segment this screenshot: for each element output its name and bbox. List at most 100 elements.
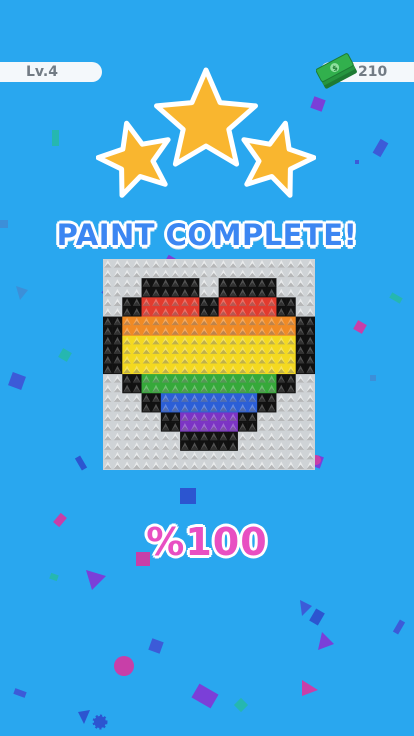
pixel-cell	[103, 335, 113, 346]
pixel-cell	[237, 345, 248, 356]
pixel-cell	[151, 383, 162, 394]
confetti-piece	[74, 455, 88, 471]
pixel-cell	[112, 287, 123, 298]
pixel-cell	[257, 383, 268, 394]
pixel-cell	[160, 326, 171, 337]
pixel-cell	[266, 259, 277, 269]
pixel-cell	[170, 441, 181, 452]
pixel-cell	[141, 431, 152, 442]
pixel-cell	[218, 364, 229, 375]
pixel-cell	[122, 364, 133, 375]
pixel-cell	[276, 422, 287, 432]
pixel-cell	[141, 345, 152, 356]
pixel-cell	[218, 297, 229, 308]
pixel-cell	[131, 422, 142, 432]
pixel-cell	[103, 354, 113, 365]
pixel-cell	[286, 316, 297, 327]
pixel-cell	[237, 364, 248, 375]
pixel-cell	[151, 450, 162, 461]
confetti-piece	[302, 680, 318, 696]
pixel-cell	[189, 383, 200, 394]
pixel-cell	[180, 354, 191, 365]
pixel-cell	[170, 393, 181, 404]
confetti-piece	[148, 638, 164, 654]
pixel-cell	[266, 345, 277, 356]
pixel-cell	[257, 259, 268, 269]
pixel-cell	[276, 268, 287, 279]
pixel-cell	[257, 316, 268, 327]
pixel-cell	[257, 326, 268, 337]
confetti-piece	[58, 348, 72, 362]
pixel-cell	[180, 278, 191, 289]
pixel-cell	[189, 374, 200, 384]
pixel-cell	[266, 287, 277, 298]
pixel-cell	[199, 374, 210, 384]
pixel-cell	[160, 383, 171, 394]
pixel-cell	[266, 306, 277, 317]
pixel-cell	[103, 412, 113, 423]
confetti-piece	[353, 320, 367, 334]
pixel-cell	[141, 422, 152, 432]
pixel-cell	[218, 460, 229, 470]
pixel-cell	[180, 306, 191, 317]
confetti-piece	[392, 619, 406, 635]
pixel-cell	[247, 431, 258, 442]
pixel-cell	[122, 316, 133, 327]
pixel-cell	[199, 393, 210, 404]
pixel-cell	[170, 306, 181, 317]
level-label: Lv.4	[26, 64, 58, 80]
pixel-cell	[247, 326, 258, 337]
pixel-cell	[189, 441, 200, 452]
pixel-cell	[151, 393, 162, 404]
pixel-cell	[266, 393, 277, 404]
pixel-cell	[228, 326, 239, 337]
pixel-cell	[141, 354, 152, 365]
pixel-cell	[209, 278, 219, 289]
pixel-cell	[112, 268, 123, 279]
pixel-cell	[103, 450, 113, 461]
pixel-cell	[122, 287, 133, 298]
pixel-cell	[266, 374, 277, 384]
pixel-cell	[151, 354, 162, 365]
pixel-cell	[266, 383, 277, 394]
pixel-cell	[122, 345, 133, 356]
pixel-cell	[160, 287, 171, 298]
pixel-cell	[112, 374, 123, 384]
pixel-cell	[103, 259, 113, 269]
pixel-cell	[286, 383, 297, 394]
pixel-cell	[276, 316, 287, 327]
pixel-cell	[103, 278, 113, 289]
pixel-cell	[103, 402, 113, 413]
pixel-cell	[266, 297, 277, 308]
pixel-cell	[180, 441, 191, 452]
pixel-cell	[247, 259, 258, 269]
pixel-cell	[131, 316, 142, 327]
pixel-cell	[286, 460, 297, 470]
pixel-cell	[266, 326, 277, 337]
pixel-cell	[276, 402, 287, 413]
pixel-cell	[295, 297, 306, 308]
pixel-cell	[295, 278, 306, 289]
pixel-cell	[131, 345, 142, 356]
pixel-cell	[247, 441, 258, 452]
pixel-cell	[131, 402, 142, 413]
pixel-cell	[218, 326, 229, 337]
pixel-cell	[228, 393, 239, 404]
confetti-piece	[318, 632, 334, 650]
pixel-cell	[286, 259, 297, 269]
pixel-cell	[295, 450, 306, 461]
pixel-cell	[295, 306, 306, 317]
pixel-cell	[151, 460, 162, 470]
pixel-cell	[257, 364, 268, 375]
pixel-cell	[237, 431, 248, 442]
pixel-cell	[170, 345, 181, 356]
pixel-cell	[189, 460, 200, 470]
pixel-cell	[257, 412, 268, 423]
pixel-cell	[286, 354, 297, 365]
pixel-cell	[295, 364, 306, 375]
pixel-cell	[209, 259, 219, 269]
pixel-cell	[305, 335, 315, 346]
pixel-cell	[199, 335, 210, 346]
pixel-cell	[257, 345, 268, 356]
pixel-cell	[131, 393, 142, 404]
